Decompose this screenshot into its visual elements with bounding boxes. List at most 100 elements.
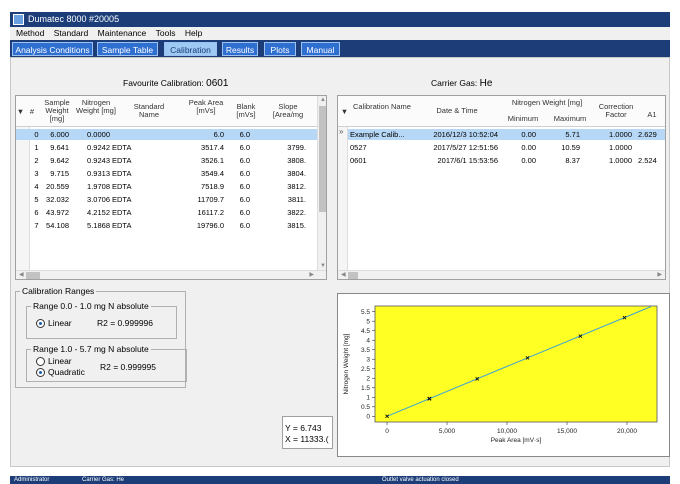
range-2-quadratic-radio[interactable] [36,368,45,377]
y-tick-label: 3.5 [361,347,370,354]
readout-y: Y = 6.743 [285,423,322,433]
col-maximum[interactable]: Maximum [546,115,594,123]
favourite-calibration: Favourite Calibration: 0601 [123,78,228,89]
table-row[interactable]: 0601 2017/6/1 15:53:56 0.00 8.37 1.0000 … [348,155,665,166]
range-2-group: Range 1.0 - 5.7 mg N absolute Linear Qua… [26,344,187,382]
status-carrier: Carrier Gas: He [82,477,125,483]
tab-calibration[interactable]: Calibration [164,42,217,56]
table-row[interactable]: 7 54.108 5.1868 EDTA 19796.0 6.0 3815. [16,220,326,231]
table-row[interactable]: 2 9.642 0.9243 EDTA 3526.1 6.0 3808. [16,155,326,166]
table-row[interactable]: 1 9.641 0.9242 EDTA 3517.4 6.0 3799. [16,142,326,153]
scroll-thumb[interactable] [348,272,358,279]
table-row[interactable]: 0 6.000 0.0000 6.0 6.0 [16,129,326,140]
row-header-column: » [338,127,348,271]
y-tick-label: 2.5 [361,366,370,373]
y-tick-label: 0 [366,413,370,420]
menu-tools[interactable]: Tools [156,28,176,38]
scroll-left-icon[interactable]: ◀ [19,271,24,278]
table-row[interactable]: 4 20.559 1.9708 EDTA 7518.9 6.0 3812. [16,181,326,192]
col-a1[interactable]: A1 [642,111,662,119]
table-row[interactable]: 3 9.715 0.9313 EDTA 3549.4 6.0 3804. [16,168,326,179]
vertical-scrollbar[interactable]: ▲ ▼ [317,96,326,270]
y-tick-label: 0.5 [361,404,370,411]
scroll-left-icon[interactable]: ◀ [341,271,346,278]
range-1-linear-radio[interactable] [36,319,45,328]
scroll-down-icon[interactable]: ▼ [320,263,326,269]
table-header: ▼ Calibration Name Date & Time Nitrogen … [338,96,665,127]
horizontal-scrollbar[interactable]: ◀ ▶ [16,270,326,279]
range-2-title: Range 1.0 - 5.7 mg N absolute [31,344,151,354]
col-slope[interactable]: Slope [Area/mg [264,103,312,119]
table-row[interactable]: 0527 2017/5/27 12:51:56 0.00 10.59 1.000… [348,142,665,153]
tab-plots[interactable]: Plots [264,42,296,56]
menu-help[interactable]: Help [185,28,202,38]
col-sample-weight[interactable]: Sample Weight [mg] [40,99,74,123]
col-blank[interactable]: Blank [mVs] [232,103,260,119]
plot-area [374,305,658,423]
menu-maintenance[interactable]: Maintenance [98,28,147,38]
scroll-thumb[interactable] [26,272,40,279]
tab-bar: Analysis Conditions Sample Table Calibra… [10,40,670,57]
col-peak-area[interactable]: Peak Area [mVs] [184,99,228,115]
favourite-calibration-label: Favourite Calibration: [123,78,204,88]
col-minimum[interactable]: Minimum [500,115,546,123]
menu-standard[interactable]: Standard [54,28,89,38]
calibration-ranges-title: Calibration Ranges [20,286,97,296]
col-standard-name[interactable]: Standard Name [126,103,172,119]
calibrations-table[interactable]: ▼ Calibration Name Date & Time Nitrogen … [337,95,666,280]
y-tick-label: 1.5 [361,385,370,392]
carrier-gas-value: He [479,78,493,89]
menu-method[interactable]: Method [16,28,44,38]
x-tick-label: 0 [385,428,389,435]
range-2-linear-label: Linear [48,356,72,366]
app-icon [13,14,24,25]
table-row[interactable]: 6 43.972 4.2152 EDTA 16117.2 6.0 3822. [16,207,326,218]
y-tick-label: 5.5 [361,309,370,316]
scroll-right-icon[interactable]: ▶ [657,271,662,278]
table-row[interactable]: 5 32.032 3.0706 EDTA 11709.7 6.0 3811. [16,194,326,205]
sort-icon[interactable]: ▼ [16,108,25,116]
x-tick-label: 5,000 [439,428,456,435]
y-tick-label: 3 [366,356,370,363]
table-row[interactable]: Example Calib... 2016/12/3 10:52:04 0.00… [348,129,665,140]
tab-analysis-conditions[interactable]: Analysis Conditions [12,42,93,56]
y-tick-label: 1 [366,394,370,401]
calibration-chart-svg: 0 0.5 1 1.5 2 2.5 3 3.5 4 4.5 5 5.5 0 5,000 10,000 15,0… [343,305,658,444]
calibration-chart[interactable]: 0 0.5 1 1.5 2 2.5 3 3.5 4 4.5 5 5.5 0 5,000 10,000 15,0… [337,293,670,457]
calibration-points-table[interactable]: ▼ # Sample Weight [mg] Nitrogen Weight [… [15,95,327,280]
title-bar: Dumatec 8000 #20005 [10,12,670,27]
range-2-quadratic-label: Quadratic [48,367,85,377]
sort-icon[interactable]: ▼ [340,108,349,116]
readout-x: X = 11333.( [285,434,329,444]
range-2-linear-radio[interactable] [36,357,45,366]
range-1-title: Range 0.0 - 1.0 mg N absolute [31,301,151,311]
scroll-thumb[interactable] [319,106,326,212]
col-nitrogen-weight[interactable]: Nitrogen Weight [mg] [76,99,116,115]
range-1-linear-label: Linear [48,318,72,328]
horizontal-scrollbar[interactable]: ◀ ▶ [338,270,665,279]
calibration-page: Favourite Calibration: 0601 Carrier Gas:… [10,57,670,467]
favourite-calibration-value: 0601 [206,78,229,89]
col-correction-factor[interactable]: Correction Factor [594,103,638,119]
col-calibration-name[interactable]: Calibration Name [352,103,412,111]
y-axis-label: Nitrogen Weight [mg] [343,333,350,394]
col-number[interactable]: # [25,108,39,116]
scroll-up-icon[interactable]: ▲ [320,97,326,103]
range-1-r2: R2 = 0.999996 [97,318,154,328]
current-row-marker-icon: » [339,127,344,136]
status-message: Outlet valve actuation closed [382,477,459,483]
y-tick-label: 5 [366,318,370,325]
tab-manual[interactable]: Manual [301,42,340,56]
cursor-readout: Y = 6.743 X = 11333.( [282,416,333,449]
tab-results[interactable]: Results [222,42,258,56]
table-header: ▼ # Sample Weight [mg] Nitrogen Weight [… [16,96,326,127]
x-axis-label: Peak Area [mV·s] [491,437,542,444]
status-bar: Administrator Carrier Gas: He Outlet val… [10,476,670,484]
x-tick-label: 10,000 [497,428,517,435]
col-nitrogen-weight[interactable]: Nitrogen Weight [mg] [500,99,594,107]
tab-sample-table[interactable]: Sample Table [97,42,158,56]
carrier-gas-label: Carrier Gas: [431,78,478,88]
scroll-right-icon[interactable]: ▶ [309,271,314,278]
col-date-time[interactable]: Date & Time [416,107,498,115]
range-1-group: Range 0.0 - 1.0 mg N absolute Linear R2 … [26,301,177,339]
